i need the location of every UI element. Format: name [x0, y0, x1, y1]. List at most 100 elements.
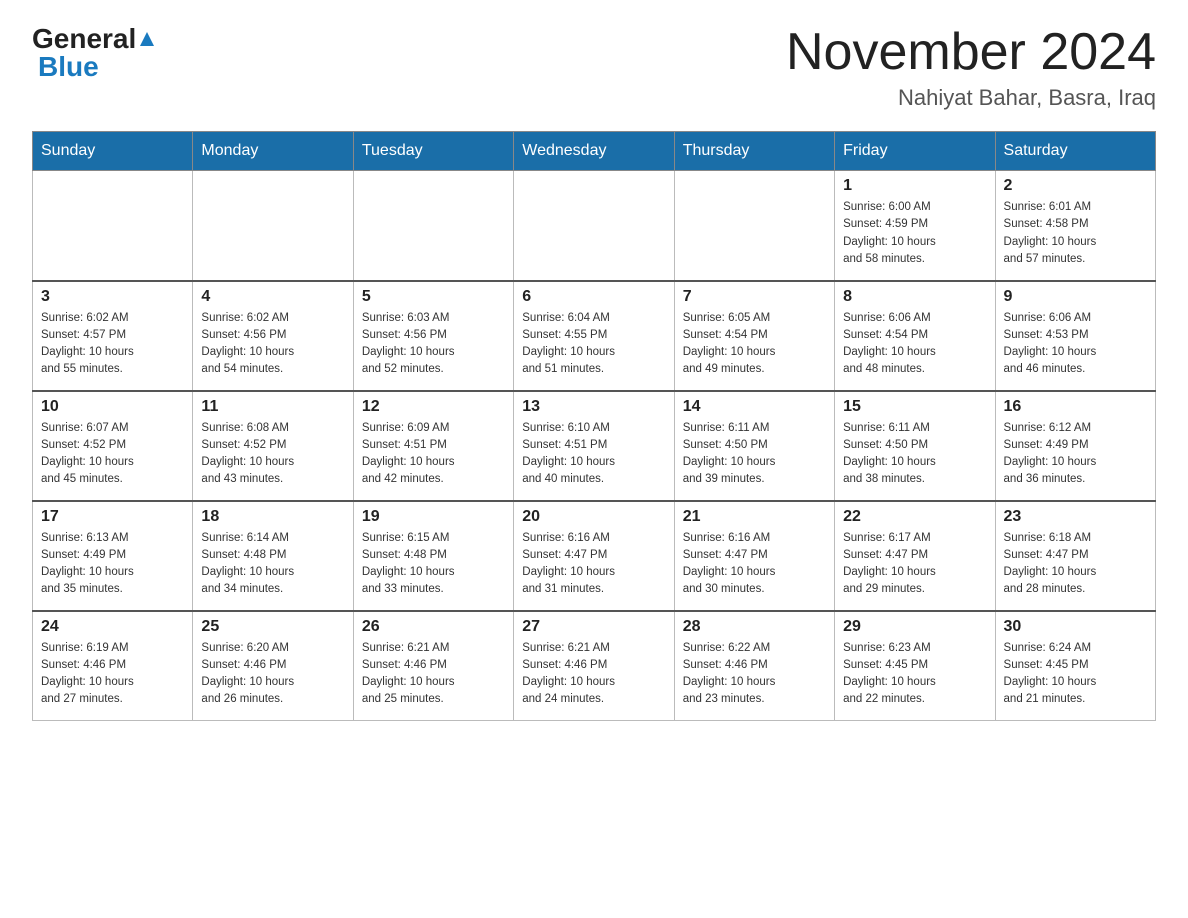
day-cell: 2Sunrise: 6:01 AMSunset: 4:58 PMDaylight…: [995, 171, 1155, 281]
calendar-header-row: SundayMondayTuesdayWednesdayThursdayFrid…: [33, 132, 1156, 171]
day-info: Sunrise: 6:04 AMSunset: 4:55 PMDaylight:…: [522, 310, 665, 379]
day-info: Sunrise: 6:06 AMSunset: 4:53 PMDaylight:…: [1004, 310, 1147, 379]
day-cell: 30 Sunrise: 6:24 AMSunset: 4:45 PMDayligh…: [995, 611, 1155, 721]
logo-general: General: [32, 23, 136, 54]
day-info: Sunrise: 6:20 AMSunset: 4:46 PMDaylight:…: [201, 640, 344, 709]
day-info: Sunrise: 6:03 AMSunset: 4:56 PMDaylight:…: [362, 310, 505, 379]
day-info: Sunrise: 6:07 AMSunset: 4:52 PMDaylight:…: [41, 420, 184, 489]
day-cell: 22Sunrise: 6:17 AMSunset: 4:47 PMDayligh…: [835, 501, 995, 611]
day-info: Sunrise: 6:11 AMSunset: 4:50 PMDaylight:…: [843, 420, 986, 489]
day-cell: 3 Sunrise: 6:02 AMSunset: 4:57 PMDaylight…: [33, 281, 193, 391]
day-number: 19: [362, 508, 505, 526]
day-cell: 1 Sunrise: 6:00 AMSunset: 4:59 PMDaylight…: [835, 171, 995, 281]
day-cell: [33, 171, 193, 281]
day-number: 3: [41, 288, 184, 306]
logo-blue-line: Blue: [38, 51, 157, 83]
day-cell: 27 Sunrise: 6:21 AMSunset: 4:46 PMDayligh…: [514, 611, 674, 721]
day-cell: 11 Sunrise: 6:08 AMSunset: 4:52 PMDayligh…: [193, 391, 353, 501]
day-info: Sunrise: 6:00 AMSunset: 4:59 PMDaylight:…: [843, 199, 986, 268]
day-number: 8: [843, 288, 986, 306]
day-number: 27: [522, 618, 665, 636]
day-number: 28: [683, 618, 826, 636]
day-info: Sunrise: 6:15 AMSunset: 4:48 PMDaylight:…: [362, 530, 505, 599]
day-number: 12: [362, 398, 505, 416]
day-number: 15: [843, 398, 986, 416]
day-number: 6: [522, 288, 665, 306]
day-cell: 9 Sunrise: 6:06 AMSunset: 4:53 PMDaylight…: [995, 281, 1155, 391]
day-cell: 24Sunrise: 6:19 AMSunset: 4:46 PMDayligh…: [33, 611, 193, 721]
col-header-friday: Friday: [835, 132, 995, 171]
day-info: Sunrise: 6:21 AMSunset: 4:46 PMDaylight:…: [362, 640, 505, 709]
day-number: 29: [843, 618, 986, 636]
day-cell: 13 Sunrise: 6:10 AMSunset: 4:51 PMDayligh…: [514, 391, 674, 501]
day-info: Sunrise: 6:01 AMSunset: 4:58 PMDaylight:…: [1004, 199, 1147, 268]
day-cell: 21 Sunrise: 6:16 AMSunset: 4:47 PMDayligh…: [674, 501, 834, 611]
week-row-4: 17Sunrise: 6:13 AMSunset: 4:49 PMDayligh…: [33, 501, 1156, 611]
col-header-sunday: Sunday: [33, 132, 193, 171]
day-cell: [353, 171, 513, 281]
day-cell: 7 Sunrise: 6:05 AMSunset: 4:54 PMDaylight…: [674, 281, 834, 391]
month-year-title: November 2024: [786, 24, 1156, 81]
day-cell: 19 Sunrise: 6:15 AMSunset: 4:48 PMDayligh…: [353, 501, 513, 611]
day-number: 11: [201, 398, 344, 416]
day-number: 13: [522, 398, 665, 416]
day-number: 25: [201, 618, 344, 636]
day-cell: 4 Sunrise: 6:02 AMSunset: 4:56 PMDaylight…: [193, 281, 353, 391]
day-number: 7: [683, 288, 826, 306]
day-number: 16: [1004, 398, 1147, 416]
day-cell: 16 Sunrise: 6:12 AMSunset: 4:49 PMDayligh…: [995, 391, 1155, 501]
day-cell: 6 Sunrise: 6:04 AMSunset: 4:55 PMDaylight…: [514, 281, 674, 391]
day-info: Sunrise: 6:06 AMSunset: 4:54 PMDaylight:…: [843, 310, 986, 379]
day-cell: 29 Sunrise: 6:23 AMSunset: 4:45 PMDayligh…: [835, 611, 995, 721]
day-number: 23: [1004, 508, 1147, 526]
page: General Blue November 2024 Nahiyat Bahar…: [0, 0, 1188, 753]
day-info: Sunrise: 6:22 AMSunset: 4:46 PMDaylight:…: [683, 640, 826, 709]
day-info: Sunrise: 6:24 AMSunset: 4:45 PMDaylight:…: [1004, 640, 1147, 709]
week-row-1: 1 Sunrise: 6:00 AMSunset: 4:59 PMDaylight…: [33, 171, 1156, 281]
col-header-thursday: Thursday: [674, 132, 834, 171]
day-cell: 26Sunrise: 6:21 AMSunset: 4:46 PMDayligh…: [353, 611, 513, 721]
title-area: November 2024 Nahiyat Bahar, Basra, Iraq: [786, 24, 1156, 111]
week-row-5: 24Sunrise: 6:19 AMSunset: 4:46 PMDayligh…: [33, 611, 1156, 721]
day-cell: [514, 171, 674, 281]
day-number: 21: [683, 508, 826, 526]
day-info: Sunrise: 6:23 AMSunset: 4:45 PMDaylight:…: [843, 640, 986, 709]
day-info: Sunrise: 6:09 AMSunset: 4:51 PMDaylight:…: [362, 420, 505, 489]
logo-area: General Blue: [32, 24, 157, 83]
calendar-table: SundayMondayTuesdayWednesdayThursdayFrid…: [32, 131, 1156, 721]
week-row-3: 10 Sunrise: 6:07 AMSunset: 4:52 PMDayligh…: [33, 391, 1156, 501]
col-header-monday: Monday: [193, 132, 353, 171]
day-cell: 23Sunrise: 6:18 AMSunset: 4:47 PMDayligh…: [995, 501, 1155, 611]
day-number: 9: [1004, 288, 1147, 306]
day-info: Sunrise: 6:05 AMSunset: 4:54 PMDaylight:…: [683, 310, 826, 379]
day-number: 4: [201, 288, 344, 306]
header: General Blue November 2024 Nahiyat Bahar…: [32, 24, 1156, 111]
day-cell: 10 Sunrise: 6:07 AMSunset: 4:52 PMDayligh…: [33, 391, 193, 501]
day-cell: 14 Sunrise: 6:11 AMSunset: 4:50 PMDayligh…: [674, 391, 834, 501]
location-subtitle: Nahiyat Bahar, Basra, Iraq: [786, 85, 1156, 111]
day-info: Sunrise: 6:08 AMSunset: 4:52 PMDaylight:…: [201, 420, 344, 489]
day-info: Sunrise: 6:17 AMSunset: 4:47 PMDaylight:…: [843, 530, 986, 599]
day-cell: 5 Sunrise: 6:03 AMSunset: 4:56 PMDaylight…: [353, 281, 513, 391]
day-cell: 28 Sunrise: 6:22 AMSunset: 4:46 PMDayligh…: [674, 611, 834, 721]
day-cell: [674, 171, 834, 281]
day-cell: 15 Sunrise: 6:11 AMSunset: 4:50 PMDayligh…: [835, 391, 995, 501]
col-header-wednesday: Wednesday: [514, 132, 674, 171]
day-info: Sunrise: 6:10 AMSunset: 4:51 PMDaylight:…: [522, 420, 665, 489]
day-info: Sunrise: 6:16 AMSunset: 4:47 PMDaylight:…: [683, 530, 826, 599]
day-cell: 18Sunrise: 6:14 AMSunset: 4:48 PMDayligh…: [193, 501, 353, 611]
day-number: 5: [362, 288, 505, 306]
day-info: Sunrise: 6:16 AMSunset: 4:47 PMDaylight:…: [522, 530, 665, 599]
week-row-2: 3 Sunrise: 6:02 AMSunset: 4:57 PMDaylight…: [33, 281, 1156, 391]
day-info: Sunrise: 6:02 AMSunset: 4:57 PMDaylight:…: [41, 310, 184, 379]
day-info: Sunrise: 6:02 AMSunset: 4:56 PMDaylight:…: [201, 310, 344, 379]
day-cell: 17Sunrise: 6:13 AMSunset: 4:49 PMDayligh…: [33, 501, 193, 611]
day-number: 30: [1004, 618, 1147, 636]
day-info: Sunrise: 6:21 AMSunset: 4:46 PMDaylight:…: [522, 640, 665, 709]
day-info: Sunrise: 6:11 AMSunset: 4:50 PMDaylight:…: [683, 420, 826, 489]
day-number: 14: [683, 398, 826, 416]
day-info: Sunrise: 6:12 AMSunset: 4:49 PMDaylight:…: [1004, 420, 1147, 489]
day-number: 10: [41, 398, 184, 416]
day-number: 1: [843, 177, 986, 195]
day-number: 20: [522, 508, 665, 526]
